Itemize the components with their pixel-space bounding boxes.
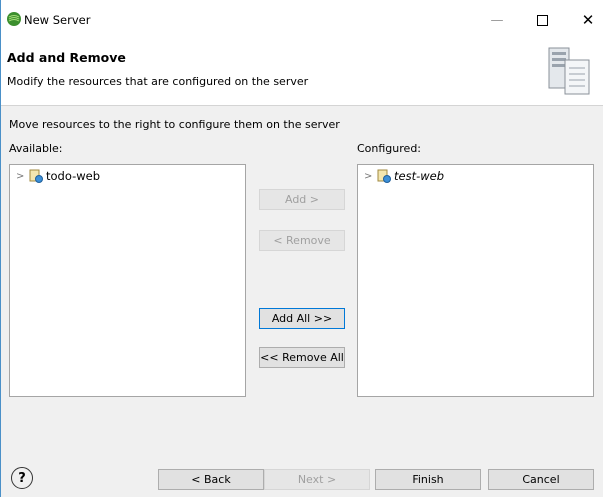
finish-button[interactable]: Finish (375, 469, 481, 490)
wizard-header: Add and Remove Modify the resources that… (1, 38, 603, 106)
page-description: Modify the resources that are configured… (7, 75, 309, 88)
web-project-icon (377, 169, 391, 183)
available-item-todo-web[interactable]: > todo-web (16, 168, 100, 184)
remove-all-button[interactable]: << Remove All (259, 347, 345, 368)
chevron-right-icon[interactable]: > (364, 171, 374, 182)
eclipse-app-icon (7, 12, 21, 26)
wizard-body: Move resources to the right to configure… (1, 106, 603, 459)
window-title: New Server (24, 13, 91, 27)
web-project-icon (29, 169, 43, 183)
configured-item-test-web[interactable]: > test-web (364, 168, 444, 184)
maximize-button[interactable] (525, 6, 559, 34)
back-button[interactable]: < Back (158, 469, 264, 490)
page-title: Add and Remove (7, 50, 126, 65)
title-bar: New Server — ✕ (1, 0, 603, 38)
configured-list[interactable]: > test-web (357, 164, 594, 397)
instruction-text: Move resources to the right to configure… (9, 118, 340, 131)
wizard-footer: ? < Back Next > Finish Cancel (1, 459, 603, 497)
minimize-button[interactable]: — (480, 6, 514, 34)
help-icon[interactable]: ? (11, 467, 33, 489)
remove-button[interactable]: < Remove (259, 230, 345, 251)
maximize-icon (536, 14, 548, 26)
configured-item-label: test-web (394, 169, 445, 183)
available-item-label: todo-web (46, 169, 101, 183)
available-label: Available: (9, 142, 63, 155)
available-list[interactable]: > todo-web (9, 164, 246, 397)
add-all-button[interactable]: Add All >> (259, 308, 345, 329)
server-wizard-icon (548, 47, 590, 95)
add-button[interactable]: Add > (259, 189, 345, 210)
chevron-right-icon[interactable]: > (16, 171, 26, 182)
configured-label: Configured: (357, 142, 422, 155)
next-button[interactable]: Next > (264, 469, 370, 490)
close-button[interactable]: ✕ (571, 6, 603, 34)
dialog-window: New Server — ✕ Add and Remove Modify the… (0, 0, 603, 497)
cancel-button[interactable]: Cancel (488, 469, 594, 490)
